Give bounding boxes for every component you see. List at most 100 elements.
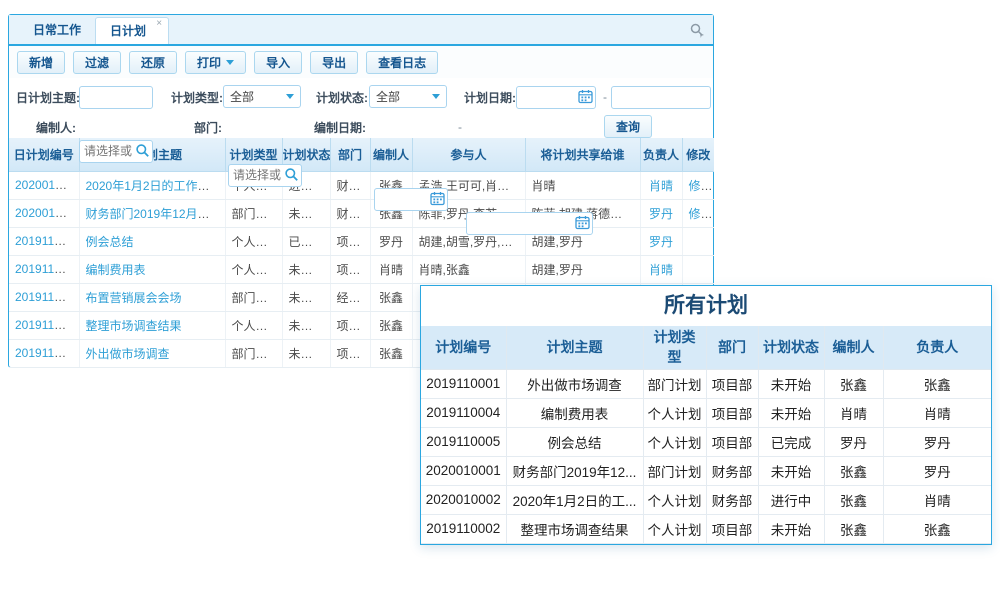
table-row[interactable]: 2019110004编制费用表个人计划项目部未开始肖晴肖晴	[421, 398, 991, 427]
cell-link[interactable]: 例会总结	[79, 227, 225, 255]
cell: 未开始	[282, 283, 330, 311]
cell: 项目部	[706, 369, 758, 398]
cell: 张鑫	[824, 456, 883, 485]
table-row[interactable]: 2019110005例会总结个人计划已完成项目部罗丹胡建,胡雪,罗丹,任晓...…	[9, 227, 714, 255]
tab-daily-plan[interactable]: 日计划 ×	[95, 17, 169, 44]
table-row[interactable]: 2019110005例会总结个人计划项目部已完成罗丹罗丹	[421, 427, 991, 456]
search-button[interactable]: 查询	[604, 115, 652, 138]
column-header[interactable]: 参与人	[412, 138, 525, 171]
table-row[interactable]: 2020010001财务部门2019年12...部门计划财务部未开始张鑫罗丹	[421, 456, 991, 485]
cell: 财务部	[330, 171, 370, 199]
toolbar: 新增 过滤 还原 打印 导入 导出 查看日志	[9, 46, 713, 78]
column-header[interactable]: 计划主题	[506, 326, 643, 369]
cell-link[interactable]: 2019110005	[9, 227, 79, 255]
plan-status-select[interactable]: 全部	[369, 85, 447, 108]
tab-label: 日常工作	[33, 23, 81, 37]
tab-daily-work[interactable]: 日常工作	[19, 17, 95, 44]
export-button[interactable]: 导出	[310, 51, 358, 74]
cell: 未开始	[282, 255, 330, 283]
cell: 张鑫	[824, 514, 883, 543]
column-header[interactable]: 负责人	[640, 138, 682, 171]
button-label: 导入	[266, 54, 290, 71]
button-label: 还原	[141, 54, 165, 71]
cell: 项目部	[330, 311, 370, 339]
cell-link[interactable]: 罗丹	[640, 227, 682, 255]
cell: 项目部	[330, 339, 370, 367]
cell-link[interactable]: 外出做市场调查	[79, 339, 225, 367]
cell-link[interactable]: 2020年1月2日的工作日...	[79, 171, 225, 199]
column-header[interactable]: 部门	[330, 138, 370, 171]
cell: 整理市场调查结果	[506, 514, 643, 543]
popup-title: 所有计划	[421, 286, 991, 326]
restore-button[interactable]: 还原	[129, 51, 177, 74]
search-icon[interactable]	[135, 143, 150, 158]
column-header[interactable]: 计划编号	[421, 326, 506, 369]
column-header[interactable]: 计划类型	[643, 326, 706, 369]
tab-close-icon[interactable]: ×	[156, 19, 162, 29]
cell: 未开始	[758, 369, 824, 398]
column-header[interactable]: 编制人	[370, 138, 412, 171]
cell-link[interactable]: 财务部门2019年12月的...	[79, 199, 225, 227]
column-header[interactable]: 部门	[706, 326, 758, 369]
creator-label: 编制人:	[36, 119, 76, 136]
calendar-icon[interactable]	[578, 89, 593, 104]
calendar-icon[interactable]	[430, 191, 445, 206]
tab-label: 日计划	[110, 24, 146, 38]
cell: 2019110004	[421, 398, 506, 427]
cell-link[interactable]: 2019110001	[9, 339, 79, 367]
column-header[interactable]: 负责人	[883, 326, 991, 369]
import-button[interactable]: 导入	[254, 51, 302, 74]
table-row[interactable]: 2019110001外出做市场调查部门计划项目部未开始张鑫张鑫	[421, 369, 991, 398]
cell-link[interactable]: 修改	[682, 171, 714, 199]
search-icon[interactable]	[284, 167, 299, 182]
cell: 罗丹	[370, 227, 412, 255]
view-log-button[interactable]: 查看日志	[366, 51, 438, 74]
cell-link[interactable]: 布置营销展会会场	[79, 283, 225, 311]
cell: 2020010002	[421, 485, 506, 514]
table-row[interactable]: 2019110002整理市场调查结果个人计划项目部未开始张鑫张鑫	[421, 514, 991, 543]
plan-status-label: 计划状态:	[316, 89, 368, 106]
table-row[interactable]: 20200100022020年1月2日的工...个人计划财务部进行中张鑫肖晴	[421, 485, 991, 514]
plan-type-value: 全部	[230, 88, 254, 105]
cell-link[interactable]: 整理市场调查结果	[79, 311, 225, 339]
create-date-to-input[interactable]	[466, 212, 593, 235]
plan-date-label: 计划日期:	[464, 89, 516, 106]
print-button[interactable]: 打印	[185, 51, 246, 74]
cell: 罗丹	[883, 456, 991, 485]
chevron-down-icon	[226, 60, 234, 65]
filter-button[interactable]: 过滤	[73, 51, 121, 74]
cell-link[interactable]: 编制费用表	[79, 255, 225, 283]
dept-label: 部门:	[194, 119, 222, 136]
plan-date-to-input[interactable]	[611, 86, 711, 109]
button-label: 打印	[197, 54, 221, 71]
cell: 2019110005	[421, 427, 506, 456]
cell-link[interactable]: 2020010002	[9, 171, 79, 199]
plan-type-select[interactable]: 全部	[223, 85, 301, 108]
quick-search-icon[interactable]	[689, 22, 705, 38]
cell: 财务部门2019年12...	[506, 456, 643, 485]
cell-link[interactable]: 修改	[682, 199, 714, 227]
button-label: 查看日志	[378, 54, 426, 71]
cell-link[interactable]: 2019110002	[9, 311, 79, 339]
table-row[interactable]: 20200100022020年1月2日的工作日...个人计划进行中财务部张鑫孟浩…	[9, 171, 714, 199]
cell-link[interactable]: 肖晴	[640, 255, 682, 283]
table-row[interactable]: 2019110004编制费用表个人计划未开始项目部肖晴肖晴,张鑫胡建,罗丹肖晴	[9, 255, 714, 283]
column-header[interactable]: 修改	[682, 138, 714, 171]
cell-link[interactable]: 肖晴	[640, 171, 682, 199]
cell-link[interactable]: 罗丹	[640, 199, 682, 227]
table-row[interactable]: 2020010001财务部门2019年12月的...部门计划未开始财务部张鑫陈菲…	[9, 199, 714, 227]
cell: 个人计划	[643, 427, 706, 456]
cell: 财务部	[706, 456, 758, 485]
cell-link[interactable]: 2020010001	[9, 199, 79, 227]
column-header[interactable]: 编制人	[824, 326, 883, 369]
cell-link[interactable]: 2019110004	[9, 255, 79, 283]
chevron-down-icon	[432, 94, 440, 99]
calendar-icon[interactable]	[575, 215, 590, 230]
column-header[interactable]: 日计划编号	[9, 138, 79, 171]
add-button[interactable]: 新增	[17, 51, 65, 74]
cell-link[interactable]: 2019110003	[9, 283, 79, 311]
column-header[interactable]: 计划状态	[758, 326, 824, 369]
subject-input[interactable]	[79, 86, 153, 109]
column-header[interactable]: 将计划共享给谁	[525, 138, 640, 171]
button-label: 新增	[29, 54, 53, 71]
